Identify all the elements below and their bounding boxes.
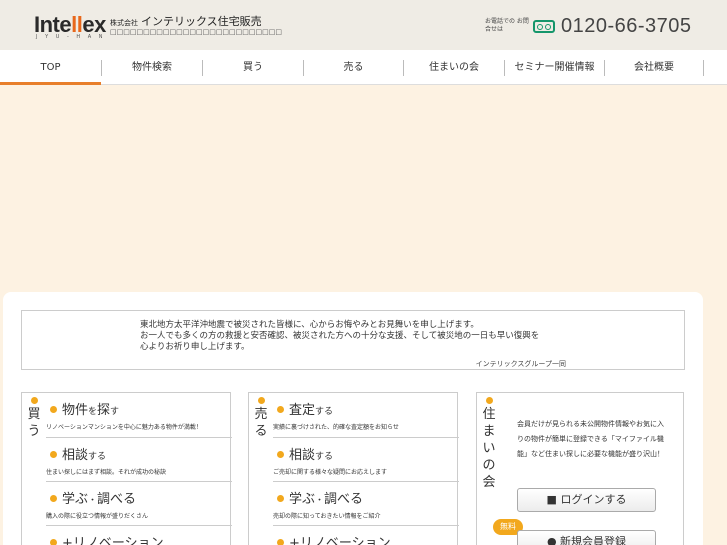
bullet-icon xyxy=(257,397,265,404)
sell-item-renovation[interactable]: +リノベーション xyxy=(273,525,459,545)
member-section: 住 ま い の 会 会員だけが見られる未公開物件情報やお気に入りの物件が簡単に登… xyxy=(476,392,684,545)
nav-item-sell[interactable]: 売る xyxy=(304,50,403,85)
nav-item-members[interactable]: 住まいの会 xyxy=(404,50,504,85)
member-description: 会員だけが見られる未公開物件情報やお気に入りの物件が簡単に登録できる「マイファイ… xyxy=(517,420,664,458)
nav-item-buy[interactable]: 買う xyxy=(203,50,303,85)
nav-item-search[interactable]: 物件検索 xyxy=(102,50,202,85)
sell-heading: 売 る xyxy=(253,393,269,440)
bullet-icon xyxy=(277,539,284,545)
bullet-icon xyxy=(30,397,38,404)
freedial-icon xyxy=(533,20,555,33)
buy-section: 買 う 物件を探す リノベーションマンションを中心に魅力ある物件が満載！ 相談す… xyxy=(21,392,232,545)
company-name: 株式会社 インテリックス住宅販売 xyxy=(110,15,262,28)
condolence-message: 東北地方太平洋沖地震で被災された皆様に、心からお悔やみとお見舞いを申し上げます。… xyxy=(21,310,685,370)
main-panel: 東北地方太平洋沖地震で被災された皆様に、心からお悔やみとお見舞いを申し上げます。… xyxy=(3,292,703,545)
buy-item-renovation[interactable]: +リノベーション xyxy=(46,525,232,545)
nav-item-seminar[interactable]: セミナー開催情報 xyxy=(505,50,604,85)
sell-item-consult[interactable]: 相談する ご売却に関する様々な疑問にお応えします xyxy=(273,437,459,481)
bullet-icon xyxy=(50,451,57,458)
global-nav: TOP 物件検索 買う 売る 住まいの会 セミナー開催情報 会社概要 xyxy=(0,50,727,85)
bullet-icon xyxy=(277,406,284,413)
nav-item-top[interactable]: TOP xyxy=(0,50,101,85)
login-button[interactable]: ■ ログインする xyxy=(517,488,656,512)
company-subtitle: □□□□□□□□□□□□□□□□□□□□□□□□□□ xyxy=(110,28,282,36)
bullet-icon xyxy=(277,495,284,502)
condolence-signature: インテリックスグループ一同 xyxy=(475,360,566,368)
register-button[interactable]: ● 新規会員登録 xyxy=(517,530,656,545)
bullet-icon xyxy=(277,451,284,458)
sell-item-learn[interactable]: 学ぶ・調べる 売却の際に知っておきたい情報をご紹介 xyxy=(273,481,459,525)
buy-item-search[interactable]: 物件を探す リノベーションマンションを中心に魅力ある物件が満載！ xyxy=(46,393,232,437)
member-heading: 住 ま い の 会 xyxy=(481,393,497,491)
sell-item-appraisal[interactable]: 査定する 実績に裏づけされた、的確な査定額をお知らせ xyxy=(273,393,459,437)
nav-separator xyxy=(703,60,704,76)
bullet-icon xyxy=(485,397,493,404)
bullet-icon xyxy=(50,406,57,413)
logo-tagline: J Y U - H A N xyxy=(36,34,106,40)
tel-number[interactable]: 0120-66-3705 xyxy=(561,15,692,38)
sell-section: 売 る 査定する 実績に裏づけされた、的確な査定額をお知らせ 相談する ご売却に… xyxy=(248,392,459,545)
buy-item-consult[interactable]: 相談する 住まい探しにはまず相談。それが成功の秘訣 xyxy=(46,437,232,481)
condolence-text: 東北地方太平洋沖地震で被災された皆様に、心からお悔やみとお見舞いを申し上げます。… xyxy=(140,320,540,352)
bullet-icon xyxy=(50,539,57,545)
buy-heading: 買 う xyxy=(26,393,42,440)
tel-label: お電話での お問合せは xyxy=(485,18,529,33)
bullet-icon xyxy=(50,495,57,502)
site-header: Intellex J Y U - H A N 株式会社 インテリックス住宅販売 □… xyxy=(0,0,727,50)
nav-item-company[interactable]: 会社概要 xyxy=(605,50,703,85)
lock-icon: ■ xyxy=(546,493,557,506)
buy-item-learn[interactable]: 学ぶ・調べる 購入の際に役立つ情報が盛りだくさん xyxy=(46,481,232,525)
register-icon: ● xyxy=(546,535,557,545)
